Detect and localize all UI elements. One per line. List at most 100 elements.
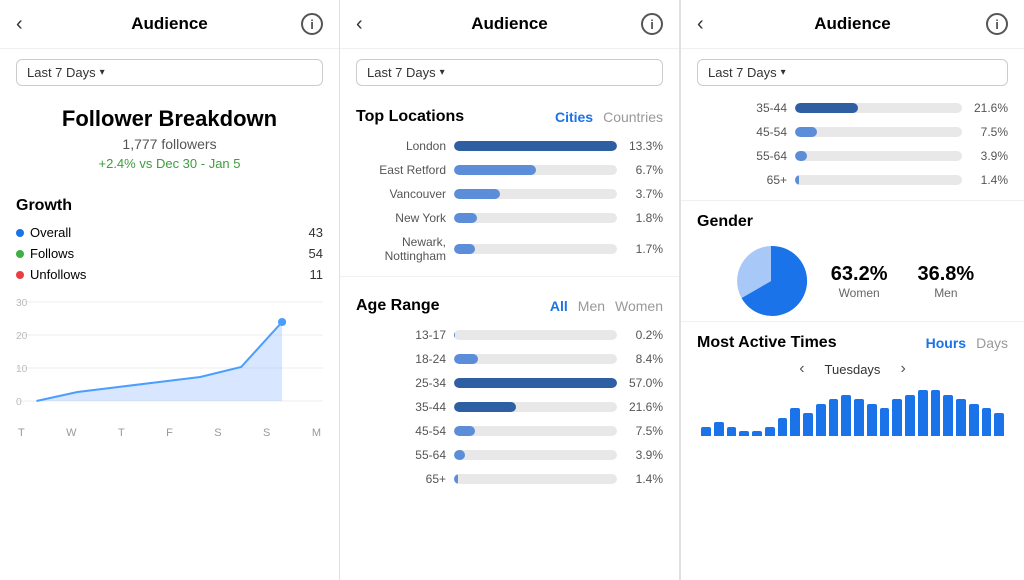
hour-bar-4	[752, 431, 762, 436]
panel-3: ‹ Audience i Last 7 Days ▾ 35-44 21.6% 4…	[680, 0, 1024, 580]
growth-title: Growth	[16, 197, 323, 215]
all-tab[interactable]: All	[550, 298, 568, 314]
hour-bar-19	[943, 395, 953, 436]
date-range-dropdown-1[interactable]: Last 7 Days ▾	[16, 59, 323, 86]
hours-bar-chart	[697, 386, 1008, 436]
age-range-title: Age Range	[356, 297, 440, 315]
next-day-button[interactable]: ›	[900, 360, 905, 378]
svg-text:30: 30	[16, 298, 28, 309]
location-bar-london: London 13.3%	[340, 134, 679, 158]
panel-3-title: Audience	[814, 14, 891, 34]
women-label: Women	[831, 286, 888, 300]
growth-item-overall: Overall 43	[16, 223, 323, 242]
svg-text:10: 10	[16, 364, 28, 375]
overall-value: 43	[309, 225, 323, 240]
women-tab[interactable]: Women	[615, 298, 663, 314]
age-range-header: Age Range All Men Women	[340, 285, 679, 323]
hour-bar-16	[905, 395, 915, 436]
hour-bar-23	[994, 413, 1004, 436]
chevron-down-icon-3: ▾	[781, 67, 786, 78]
unfollows-label: Unfollows	[30, 267, 86, 282]
p3-age-bar-65plus: 65+ 1.4%	[681, 168, 1024, 192]
hour-bar-15	[892, 399, 902, 436]
panel-3-header: ‹ Audience i	[681, 0, 1024, 49]
svg-text:0: 0	[16, 397, 22, 408]
active-times-section: Most Active Times Hours Days ‹ Tuesdays …	[681, 321, 1024, 436]
time-filter-tabs: Hours Days	[926, 335, 1008, 351]
panel-2-title: Audience	[471, 14, 548, 34]
p3-age-bar-35-44: 35-44 21.6%	[681, 96, 1024, 120]
growth-item-follows: Follows 54	[16, 244, 323, 263]
overall-label: Overall	[30, 225, 71, 240]
prev-day-button[interactable]: ‹	[799, 360, 804, 378]
chart-label-m: M	[312, 427, 321, 439]
hour-bar-14	[880, 408, 890, 436]
gender-title: Gender	[697, 213, 1008, 231]
hour-bar-12	[854, 399, 864, 436]
active-times-title: Most Active Times	[697, 334, 837, 352]
gender-stats: 63.2% Women 36.8% Men	[831, 263, 974, 300]
panel-2-header: ‹ Audience i	[340, 0, 679, 49]
date-range-dropdown-2[interactable]: Last 7 Days ▾	[356, 59, 663, 86]
gender-section: Gender 63.2% Wom	[681, 200, 1024, 321]
growth-item-unfollows: Unfollows 11	[16, 265, 323, 284]
chevron-down-icon: ▾	[100, 67, 105, 78]
p3-age-bar-45-54: 45-54 7.5%	[681, 120, 1024, 144]
hour-bar-17	[918, 390, 928, 436]
hour-bar-11	[841, 395, 851, 436]
follows-value: 54	[309, 246, 323, 261]
back-button-3[interactable]: ‹	[697, 13, 704, 36]
back-button-1[interactable]: ‹	[16, 13, 23, 36]
hours-tab[interactable]: Hours	[926, 335, 966, 351]
age-bar-18-24: 18-24 8.4%	[340, 347, 679, 371]
location-bar-east-retford: East Retford 6.7%	[340, 158, 679, 182]
panel-3-content: 35-44 21.6% 45-54 7.5% 55-64 3.9% 65+	[681, 96, 1024, 580]
date-range-dropdown-3[interactable]: Last 7 Days ▾	[697, 59, 1008, 86]
hour-bar-20	[956, 399, 966, 436]
section-divider	[340, 276, 679, 277]
days-tab[interactable]: Days	[976, 335, 1008, 351]
age-filter-tabs: All Men Women	[550, 298, 663, 314]
chart-svg: 30 20 10 0	[16, 292, 323, 422]
follows-label: Follows	[30, 246, 74, 261]
growth-chart: 30 20 10 0 T W T F S S M	[0, 284, 339, 580]
chart-label-t2: T	[118, 427, 125, 439]
cities-tab[interactable]: Cities	[555, 109, 593, 125]
panel-1: ‹ Audience i Last 7 Days ▾ Follower Brea…	[0, 0, 340, 580]
age-bar-45-54: 45-54 7.5%	[340, 419, 679, 443]
age-range-bars-p3: 35-44 21.6% 45-54 7.5% 55-64 3.9% 65+	[681, 96, 1024, 200]
panel-1-title: Audience	[131, 14, 208, 34]
panel-1-header: ‹ Audience i	[0, 0, 339, 49]
hour-bar-21	[969, 404, 979, 436]
unfollows-dot	[16, 271, 24, 279]
chart-label-w: W	[66, 427, 76, 439]
men-tab[interactable]: Men	[578, 298, 605, 314]
overall-dot	[16, 229, 24, 237]
info-button-2[interactable]: i	[641, 13, 663, 35]
chart-label-s2: S	[263, 427, 270, 439]
men-pct: 36.8%	[918, 263, 975, 286]
follower-breakdown-section: Follower Breakdown 1,777 followers +2.4%…	[0, 96, 339, 187]
location-bar-vancouver: Vancouver 3.7%	[340, 182, 679, 206]
growth-section: Growth Overall 43 Follows 54	[0, 187, 339, 284]
gender-content: 63.2% Women 36.8% Men	[697, 241, 1008, 321]
back-button-2[interactable]: ‹	[356, 13, 363, 36]
info-button-1[interactable]: i	[301, 13, 323, 35]
location-bar-newark: Newark, Nottingham 1.7%	[340, 230, 679, 268]
p3-age-bar-55-64: 55-64 3.9%	[681, 144, 1024, 168]
info-button-3[interactable]: i	[986, 13, 1008, 35]
active-times-header: Most Active Times Hours Days	[697, 334, 1008, 352]
panel-2: ‹ Audience i Last 7 Days ▾ Top Locations…	[340, 0, 680, 580]
countries-tab[interactable]: Countries	[603, 109, 663, 125]
hour-bar-5	[765, 427, 775, 436]
follower-change: +2.4% vs Dec 30 - Jan 5	[16, 156, 323, 171]
location-bar-new-york: New York 1.8%	[340, 206, 679, 230]
chevron-down-icon-2: ▾	[440, 67, 445, 78]
svg-text:20: 20	[16, 331, 28, 342]
chart-x-labels: T W T F S S M	[16, 427, 323, 439]
chart-label-s1: S	[214, 427, 221, 439]
follower-count: 1,777 followers	[16, 136, 323, 152]
men-label: Men	[918, 286, 975, 300]
panels-container: ‹ Audience i Last 7 Days ▾ Follower Brea…	[0, 0, 1024, 580]
unfollows-value: 11	[310, 267, 324, 282]
